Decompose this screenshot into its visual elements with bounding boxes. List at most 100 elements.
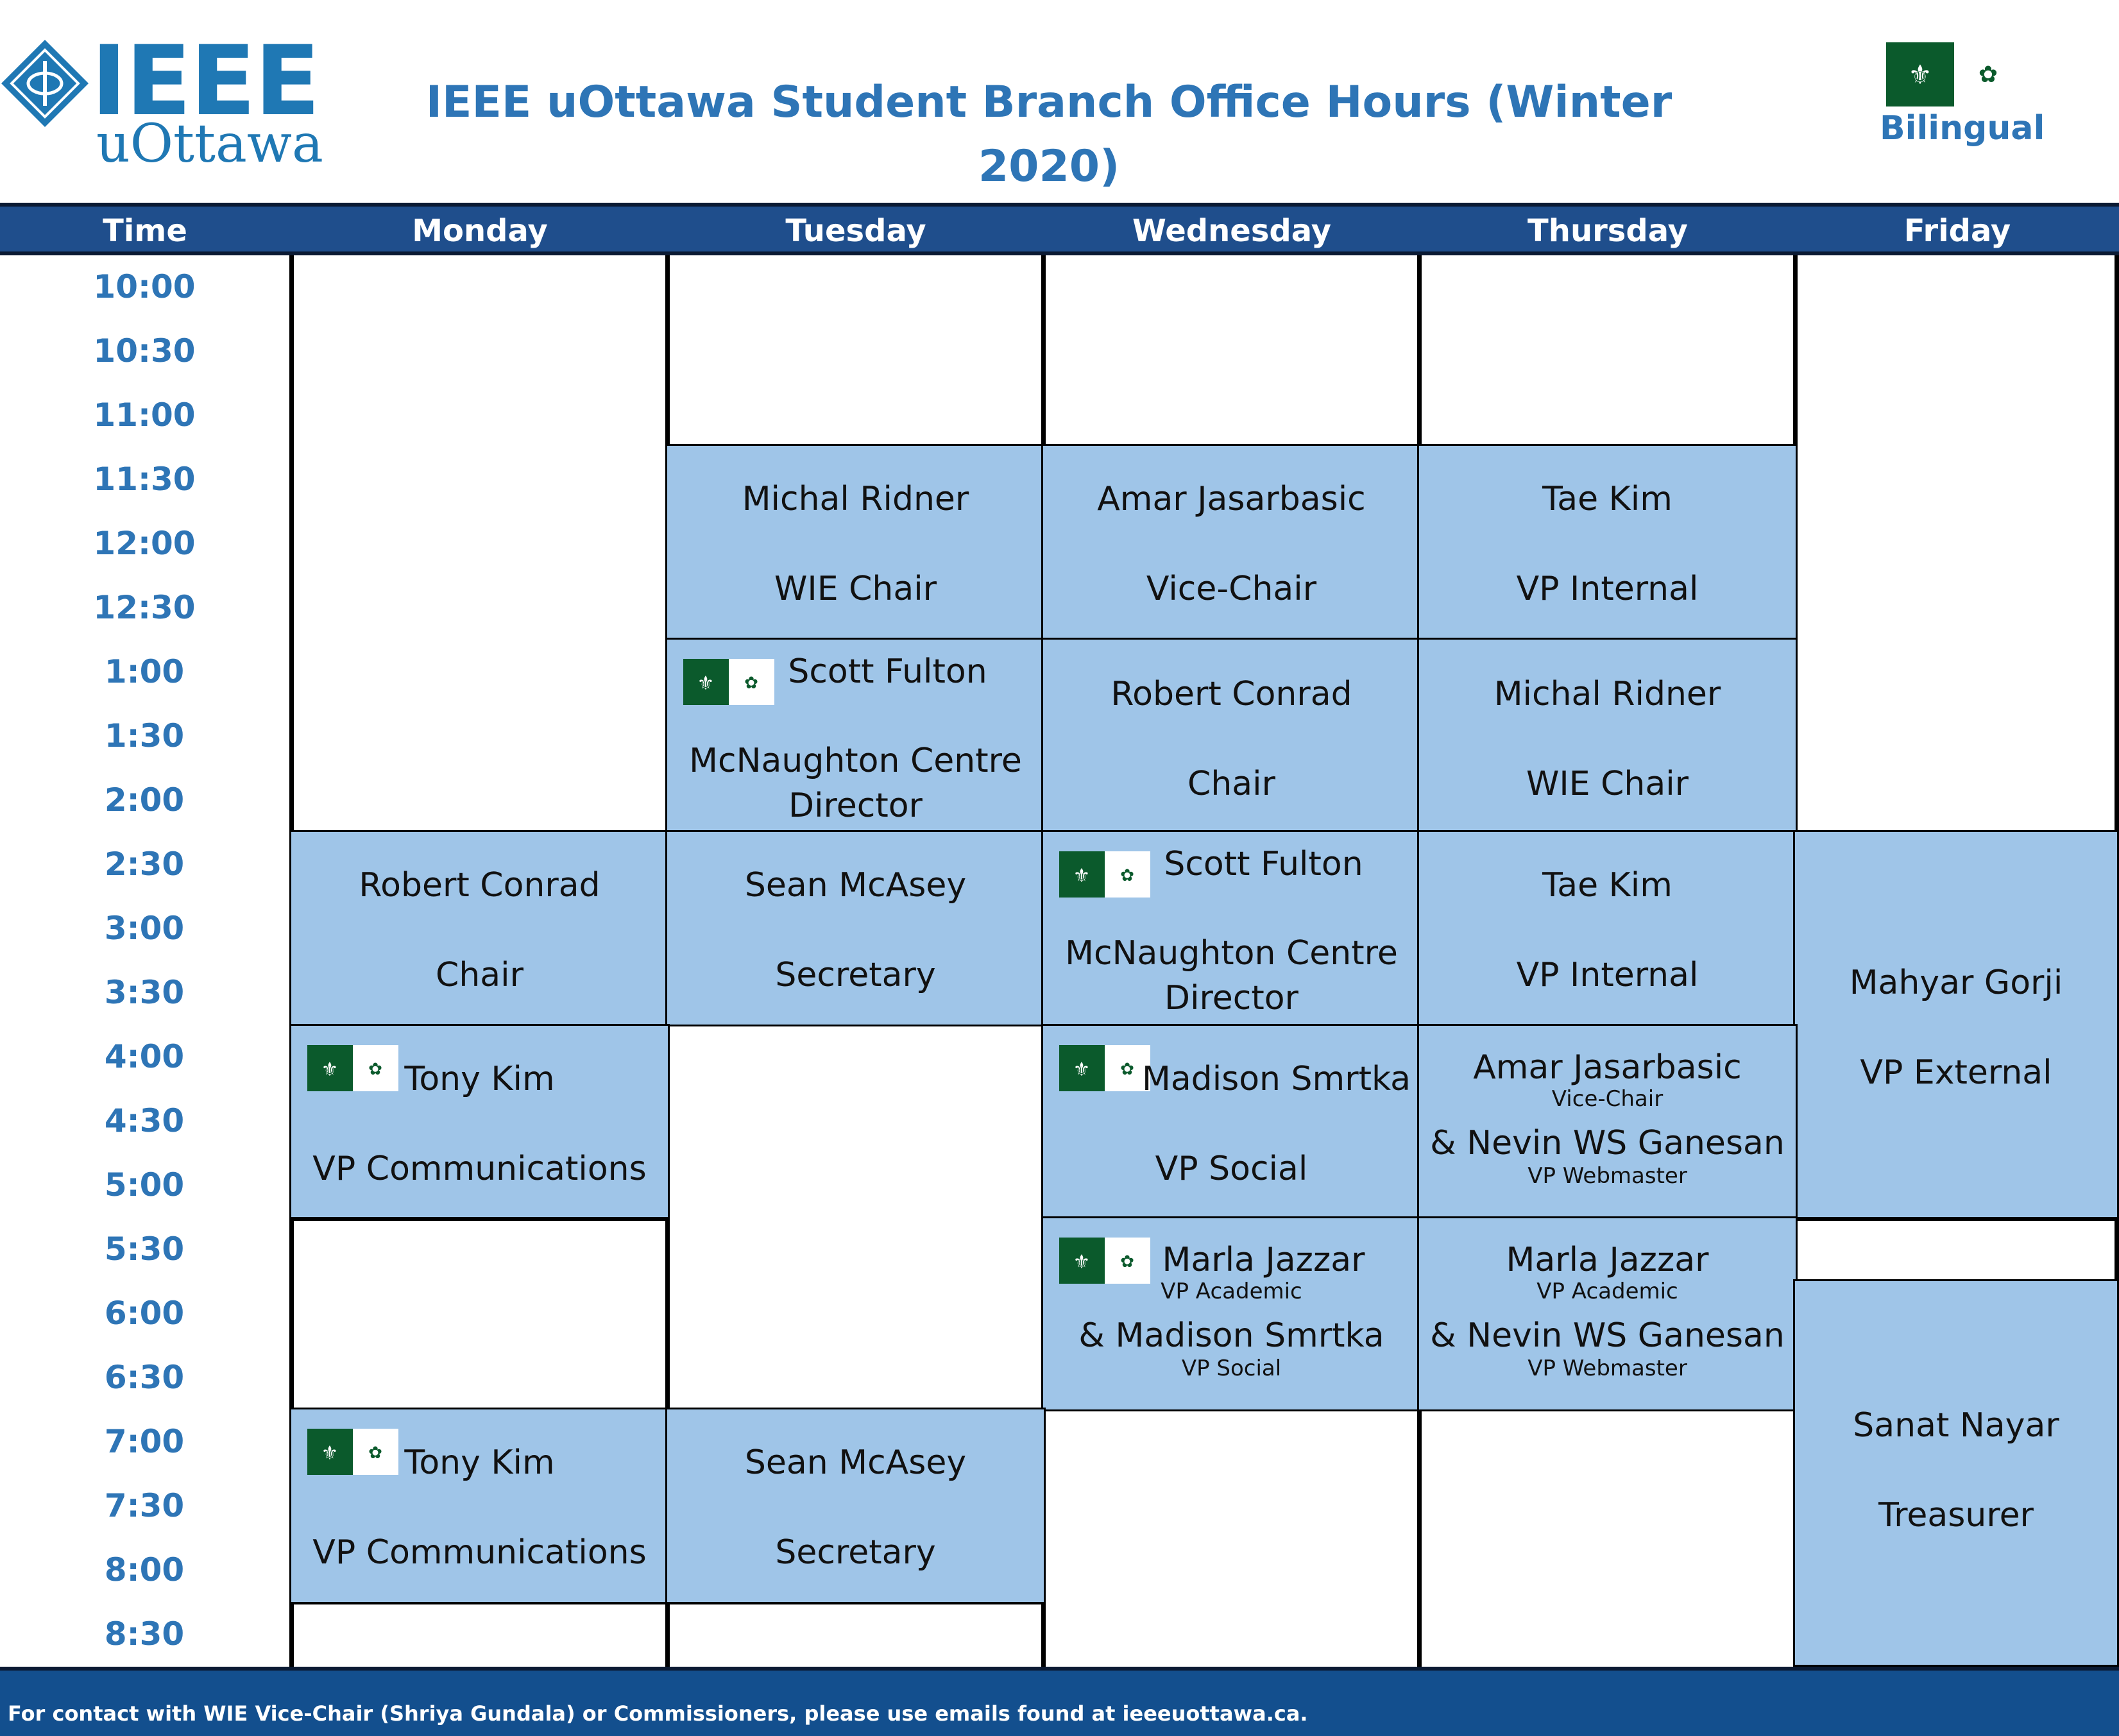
- slot-name: Marla Jazzar: [1162, 1241, 1365, 1279]
- slot-name: Mahyar Gorji: [1849, 964, 2063, 1002]
- slot-role: Vice-Chair: [1146, 570, 1317, 608]
- slot-name-2: & Nevin WS Ganesan: [1430, 1316, 1785, 1355]
- slot-role: McNaughton Centre: [1065, 934, 1398, 973]
- slot-role: VP Communications: [312, 1150, 647, 1188]
- slot-friday-230[interactable]: Mahyar Gorji VP External: [1793, 830, 2119, 1219]
- slot-thursday-230[interactable]: Tae Kim VP Internal: [1417, 830, 1798, 1026]
- slot-name: Madison Smrtka: [1141, 1060, 1411, 1098]
- slot-name: Tony Kim: [404, 1060, 555, 1098]
- time-label: 12:00: [93, 525, 196, 562]
- slot-tuesday-230[interactable]: Sean McAsey Secretary: [665, 830, 1046, 1026]
- bilingual-legend: ⚜ ✿ Bilingual: [1880, 38, 2045, 160]
- slot-name: Marla Jazzar: [1506, 1241, 1709, 1279]
- slot-name: Sean McAsey: [744, 866, 967, 905]
- slot-wednesday-1130[interactable]: Amar Jasarbasic Vice-Chair: [1041, 444, 1422, 640]
- column-header-thursday: Thursday: [1528, 213, 1688, 249]
- slot-role-line2: Director: [1164, 979, 1298, 1017]
- column-header-time: Time: [103, 213, 187, 249]
- schedule-header: Time Monday Tuesday Wednesday Thursday F…: [0, 203, 2119, 255]
- column-header-tuesday: Tuesday: [785, 213, 926, 249]
- slot-name: Tony Kim: [404, 1443, 555, 1482]
- slot-role: VP Social: [1155, 1150, 1308, 1188]
- slot-thursday-1130[interactable]: Tae Kim VP Internal: [1417, 444, 1798, 640]
- slot-thursday-100[interactable]: Michal Ridner WIE Chair: [1417, 638, 1798, 834]
- slot-name: Tae Kim: [1542, 480, 1672, 518]
- time-label: 7:00: [104, 1423, 185, 1460]
- time-label: 4:30: [104, 1102, 185, 1139]
- time-label: 7:30: [104, 1487, 185, 1524]
- slot-name: Michal Ridner: [1494, 675, 1721, 713]
- slot-thursday-530[interactable]: Marla Jazzar VP Academic & Nevin WS Gane…: [1417, 1216, 1798, 1411]
- slot-role: VP External: [1860, 1053, 2052, 1092]
- slot-role: WIE Chair: [1526, 765, 1689, 803]
- slot-subrole: VP Academic: [1161, 1279, 1302, 1304]
- time-label: 6:30: [104, 1359, 185, 1396]
- logo-uottawa-text: uOttawa: [96, 114, 323, 174]
- time-label: 12:30: [93, 589, 196, 626]
- time-label: 5:30: [104, 1230, 185, 1268]
- slot-role: Secretary: [775, 956, 936, 994]
- ieee-diamond-icon: [1, 40, 89, 127]
- slot-subrole-2: VP Webmaster: [1528, 1356, 1687, 1381]
- slot-role: Chair: [1187, 765, 1275, 803]
- time-label: 5:00: [104, 1166, 185, 1204]
- time-label: 6:00: [104, 1295, 185, 1332]
- svg-text:⚜: ⚜: [1908, 59, 1932, 90]
- footer-bar: For contact with WIE Vice-Chair (Shriya …: [0, 1667, 2119, 1736]
- column-header-friday: Friday: [1903, 213, 2011, 249]
- time-label: 11:30: [93, 461, 196, 498]
- slot-tuesday-100[interactable]: ⚜ ✿ Scott Fulton McNaughton Centre Direc…: [665, 638, 1046, 834]
- slot-role: Chair: [436, 956, 523, 994]
- slot-role-line2: Director: [788, 787, 923, 825]
- slot-name: Michal Ridner: [742, 480, 969, 518]
- slot-subrole-2: VP Webmaster: [1528, 1163, 1687, 1189]
- slot-friday-600[interactable]: Sanat Nayar Treasurer: [1793, 1279, 2119, 1667]
- column-header-wednesday: Wednesday: [1132, 213, 1331, 249]
- slot-wednesday-100[interactable]: Robert Conrad Chair: [1041, 638, 1422, 834]
- slot-role: VP Internal: [1516, 570, 1699, 608]
- slot-tuesday-1130[interactable]: Michal Ridner WIE Chair: [665, 444, 1046, 640]
- slot-role: VP Internal: [1516, 956, 1699, 994]
- slot-tuesday-700[interactable]: Sean McAsey Secretary: [665, 1408, 1046, 1604]
- slot-wednesday-400[interactable]: ⚜ ✿ Madison Smrtka VP Social: [1041, 1024, 1422, 1219]
- slot-role: Treasurer: [1878, 1496, 2034, 1535]
- time-label: 4:00: [104, 1038, 185, 1075]
- column-header-monday: Monday: [412, 213, 548, 249]
- slot-wednesday-530[interactable]: ⚜ ✿ Marla Jazzar VP Academic & Madison S…: [1041, 1216, 1422, 1411]
- slot-thursday-400[interactable]: Amar Jasarbasic Vice-Chair & Nevin WS Ga…: [1417, 1024, 1798, 1219]
- time-label: 10:30: [93, 332, 196, 370]
- time-label: 10:00: [93, 268, 196, 305]
- slot-role: VP Communications: [312, 1533, 647, 1572]
- slot-name: Robert Conrad: [359, 866, 600, 905]
- slot-subrole: Vice-Chair: [1551, 1086, 1664, 1112]
- slot-name: Amar Jasarbasic: [1473, 1048, 1742, 1087]
- slot-subrole: VP Academic: [1536, 1279, 1678, 1304]
- slot-name-2: & Madison Smrtka: [1078, 1316, 1384, 1355]
- legend-label: Bilingual: [1880, 109, 2045, 148]
- svg-text:✿: ✿: [1979, 62, 1998, 88]
- page-title: IEEE uOttawa Student Branch Office Hours…: [425, 77, 1672, 192]
- time-label: 1:30: [104, 717, 185, 754]
- slot-name-2: & Nevin WS Ganesan: [1430, 1124, 1785, 1162]
- time-label: 3:30: [104, 974, 185, 1011]
- slot-role: Secretary: [775, 1533, 936, 1572]
- time-label: 11:00: [93, 396, 196, 434]
- slot-name: Sanat Nayar: [1853, 1406, 2059, 1445]
- slot-name: Scott Fulton: [788, 652, 987, 691]
- slot-monday-700[interactable]: ⚜ ✿ Tony Kim VP Communications: [289, 1408, 670, 1604]
- time-label: 2:00: [104, 781, 185, 819]
- ieee-uottawa-logo: IEEE uOttawa: [0, 33, 323, 173]
- time-label: 3:00: [104, 910, 185, 947]
- time-label: 8:00: [104, 1551, 185, 1588]
- slot-name: Robert Conrad: [1111, 675, 1352, 713]
- franco-ontarian-flag-icon: ⚜ ✿: [1886, 42, 2022, 106]
- slot-monday-400[interactable]: ⚜ ✿ Tony Kim VP Communications: [289, 1024, 670, 1219]
- time-label: 2:30: [104, 846, 185, 883]
- slot-wednesday-230[interactable]: ⚜ ✿ Scott Fulton McNaughton Centre Direc…: [1041, 830, 1422, 1026]
- slot-subrole-2: VP Social: [1181, 1356, 1282, 1381]
- slot-monday-230[interactable]: Robert Conrad Chair: [289, 830, 670, 1026]
- time-label: 1:00: [104, 653, 185, 690]
- slot-name: Scott Fulton: [1164, 845, 1363, 883]
- slot-name: Tae Kim: [1542, 866, 1672, 905]
- slot-role: WIE Chair: [774, 570, 937, 608]
